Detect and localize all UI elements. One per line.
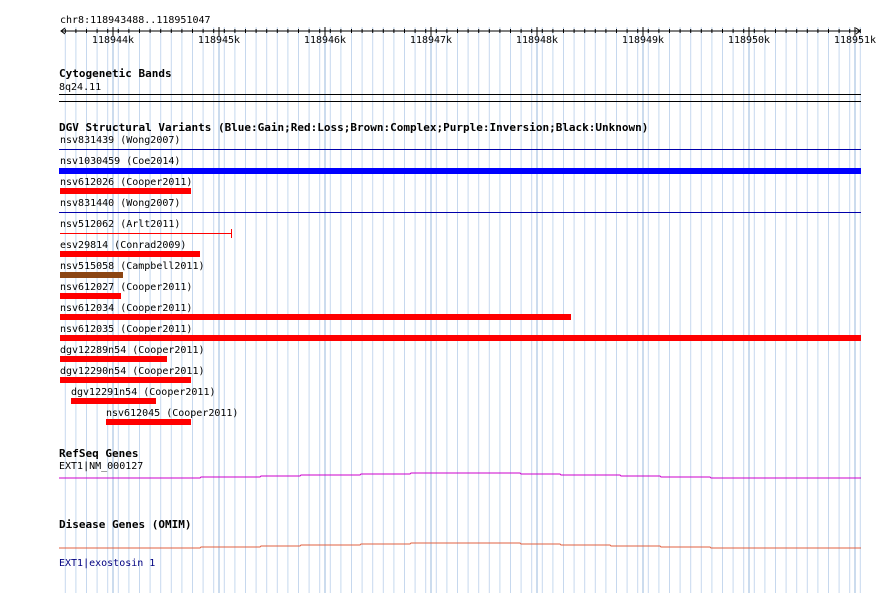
variant-feature[interactable] — [60, 293, 121, 299]
cytoband-line-bottom — [59, 101, 861, 102]
variant-feature[interactable] — [59, 212, 861, 213]
variant-label[interactable]: nsv515058 (Campbell2011) — [60, 261, 205, 272]
locus-label: chr8:118943488..118951047 — [60, 15, 211, 26]
ruler-tick-label: 118951k — [833, 35, 877, 46]
cytoband-track-title: Cytogenetic Bands — [59, 67, 172, 80]
ruler-tick-label: 118950k — [727, 35, 771, 46]
ruler-tick-label: 118945k — [197, 35, 241, 46]
variant-label[interactable]: nsv612034 (Cooper2011) — [60, 303, 192, 314]
variant-label[interactable]: nsv612027 (Cooper2011) — [60, 282, 192, 293]
ruler-tick-label: 118944k — [91, 35, 135, 46]
refseq-track-title: RefSeq Genes — [59, 447, 139, 460]
variant-feature[interactable] — [60, 188, 191, 194]
ruler-tick-label: 118948k — [515, 35, 559, 46]
variant-feature[interactable] — [60, 335, 861, 341]
refseq-gene-model[interactable] — [0, 465, 890, 485]
ruler-gridlines — [64, 27, 861, 593]
variant-end-marker — [231, 229, 232, 238]
variant-feature[interactable] — [59, 149, 861, 150]
ruler-tick-label: 118949k — [621, 35, 665, 46]
omim-track-title: Disease Genes (OMIM) — [59, 518, 192, 531]
variant-label[interactable]: nsv831439 (Wong2007) — [60, 135, 180, 146]
variant-feature[interactable] — [60, 356, 167, 362]
variant-label[interactable]: nsv612026 (Cooper2011) — [60, 177, 192, 188]
variant-label[interactable]: nsv512062 (Arlt2011) — [60, 219, 180, 230]
variant-feature[interactable] — [60, 377, 191, 383]
variant-label[interactable]: dgv12289n54 (Cooper2011) — [60, 345, 205, 356]
genome-browser-view: chr8:118943488..118951047 118944k 118945k… — [0, 0, 890, 593]
variant-feature[interactable] — [71, 398, 156, 404]
ruler-tick-label: 118947k — [409, 35, 453, 46]
omim-gene-link[interactable]: EXT1|exostosin 1 — [59, 558, 155, 569]
variant-feature[interactable] — [60, 272, 123, 278]
cytoband-label[interactable]: 8q24.11 — [59, 82, 101, 93]
variant-label[interactable]: nsv1030459 (Coe2014) — [60, 156, 180, 167]
variant-label[interactable]: nsv831440 (Wong2007) — [60, 198, 180, 209]
variant-feature[interactable] — [60, 314, 571, 320]
variant-feature[interactable] — [60, 233, 232, 234]
cytoband-line-top — [59, 94, 861, 95]
variant-label[interactable]: dgv12290n54 (Cooper2011) — [60, 366, 205, 377]
variant-label[interactable]: dgv12291n54 (Cooper2011) — [71, 387, 216, 398]
omim-gene-model[interactable] — [0, 538, 890, 554]
variant-label[interactable]: nsv612045 (Cooper2011) — [106, 408, 238, 419]
variant-feature[interactable] — [106, 419, 191, 425]
ruler-tick-label: 118946k — [303, 35, 347, 46]
variant-label[interactable]: nsv612035 (Cooper2011) — [60, 324, 192, 335]
dgv-track-title: DGV Structural Variants (Blue:Gain;Red:L… — [59, 121, 649, 134]
variant-feature[interactable] — [59, 168, 861, 174]
variant-feature[interactable] — [60, 251, 200, 257]
variant-label[interactable]: esv29814 (Conrad2009) — [60, 240, 186, 251]
